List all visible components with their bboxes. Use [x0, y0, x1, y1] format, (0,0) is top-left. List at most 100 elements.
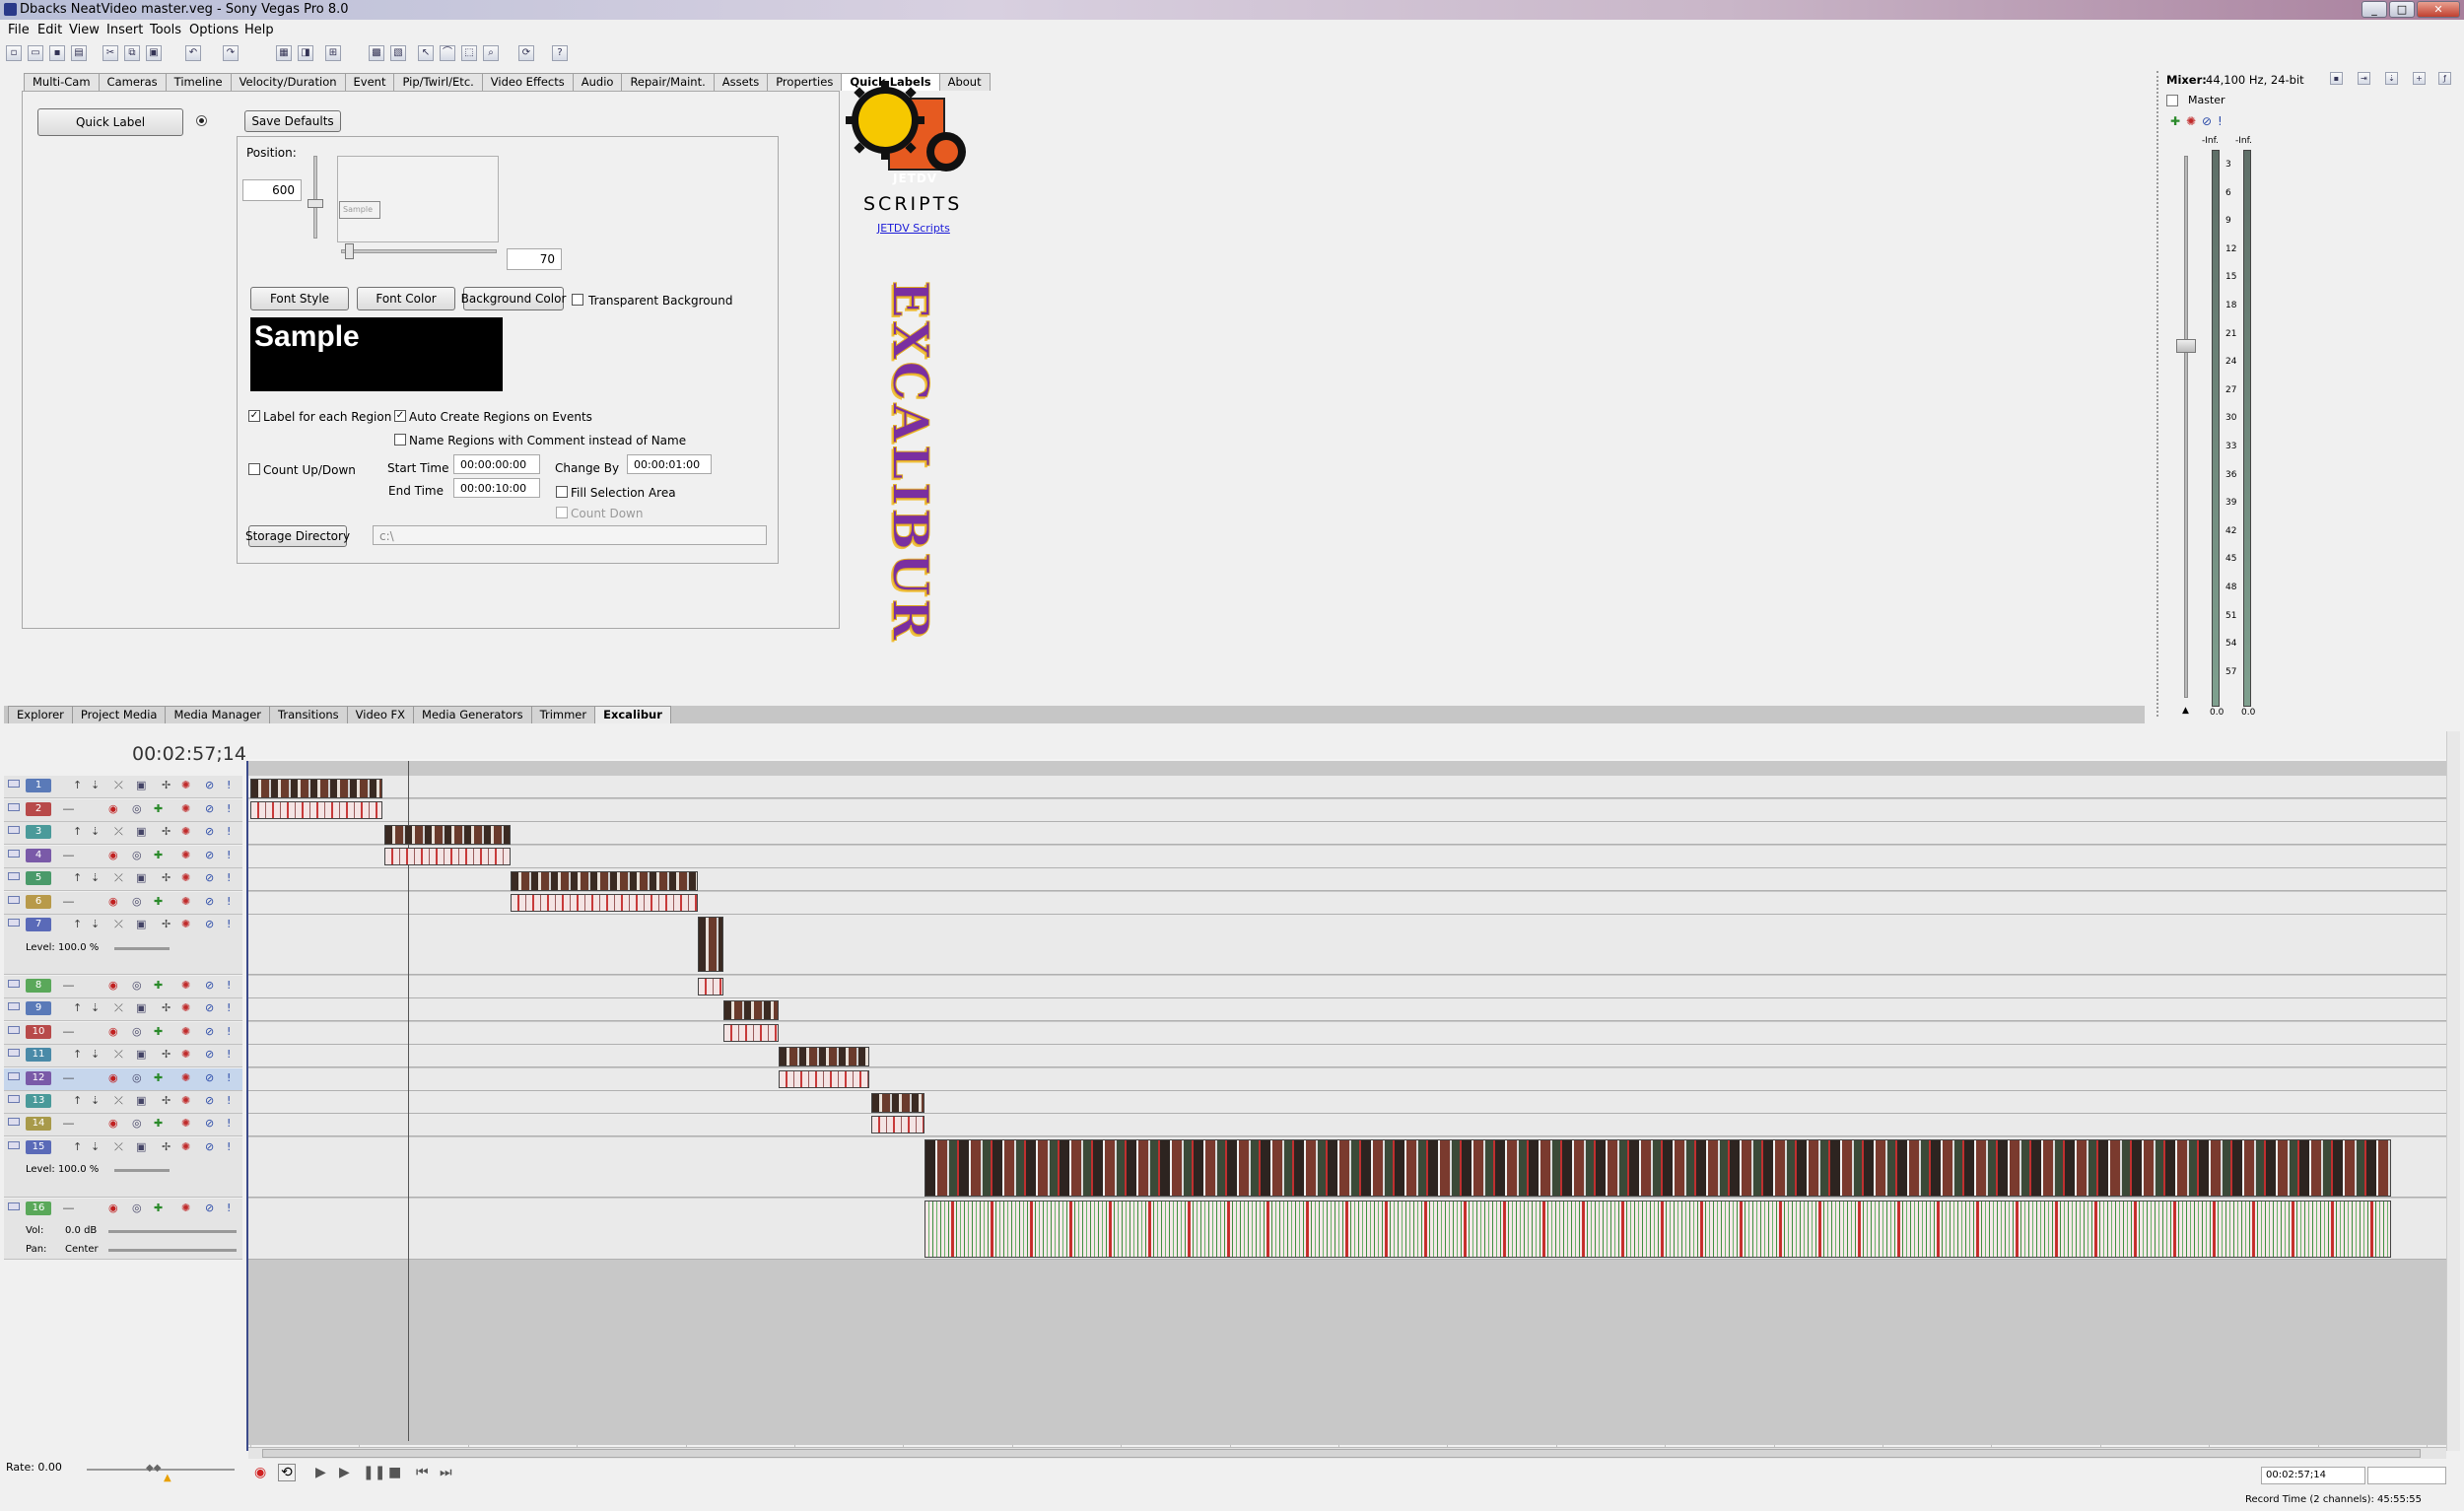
background-color-button[interactable]: Background Color: [461, 287, 566, 310]
track-fx-icon[interactable]: ▣: [136, 1094, 146, 1107]
mute-icon[interactable]: ⊘: [205, 1001, 214, 1014]
mute-icon[interactable]: ⊘: [205, 1094, 214, 1107]
solo-icon[interactable]: !: [227, 871, 231, 884]
tab-properties[interactable]: Properties: [767, 73, 843, 91]
track-lane[interactable]: [248, 1068, 2446, 1091]
mixer-insert-bus-icon[interactable]: +: [2413, 72, 2426, 85]
track-header[interactable]: 14 ― ◉ ◎ ✚ ✺ ⊘!: [4, 1114, 242, 1136]
track-minimize-icon[interactable]: [8, 826, 20, 834]
motion-icon[interactable]: ↑: [73, 1140, 82, 1153]
insert-fx-icon[interactable]: ✚: [154, 979, 163, 992]
record-arm-icon[interactable]: ◉: [108, 979, 118, 992]
pan-crop-icon[interactable]: ⤫: [114, 779, 123, 792]
track-minimize-icon[interactable]: [8, 803, 20, 811]
track-minimize-icon[interactable]: [8, 980, 20, 988]
track-fx-icon[interactable]: ▣: [136, 1048, 146, 1061]
mute-icon[interactable]: ⊘: [205, 825, 214, 838]
selection-length-field[interactable]: [2367, 1467, 2446, 1484]
mute-icon[interactable]: ⊘: [205, 802, 214, 815]
track-header[interactable]: 5 ↑ ⇣ ⤫ ▣ ✢ ✺ ⊘!: [4, 868, 242, 891]
level-slider-15[interactable]: [114, 1169, 170, 1172]
composite-icon[interactable]: ⇣: [91, 918, 100, 930]
label-each-region-checkbox[interactable]: [248, 410, 260, 422]
tab-pip-twirl[interactable]: Pip/Twirl/Etc.: [393, 73, 483, 91]
tab-assets[interactable]: Assets: [713, 73, 769, 91]
zoom-tool-icon[interactable]: ⌕: [483, 45, 499, 61]
solo-icon[interactable]: !: [227, 918, 231, 930]
track-header[interactable]: 2 ― ◉ ◎ ✚ ✺ ⊘!: [4, 799, 242, 822]
arm-icon[interactable]: ―: [63, 1117, 74, 1130]
insert-fx-icon[interactable]: ✚: [154, 1071, 163, 1084]
auto-create-regions-checkbox[interactable]: [394, 410, 406, 422]
ignore-grouping-icon[interactable]: ▧: [390, 45, 406, 61]
pan-crop-icon[interactable]: ⤫: [114, 1001, 123, 1015]
motion-icon[interactable]: ↑: [73, 1094, 82, 1107]
solo-icon[interactable]: !: [227, 802, 231, 815]
fx-icon[interactable]: ✺: [181, 825, 190, 838]
tab-video-fx[interactable]: Video FX: [346, 706, 415, 723]
insert-fx-icon[interactable]: ✚: [154, 895, 163, 908]
clip-track15[interactable]: [924, 1139, 2391, 1197]
expand-icon[interactable]: ✢: [162, 1001, 171, 1014]
start-time-input[interactable]: 00:00:00:00: [453, 454, 540, 474]
transparent-background-checkbox[interactable]: [572, 294, 583, 306]
monitor-icon[interactable]: ◎: [132, 895, 142, 908]
mixer-fx-icon[interactable]: ƒ: [2438, 72, 2451, 85]
record-arm-icon[interactable]: ◉: [108, 849, 118, 861]
solo-icon[interactable]: !: [227, 1001, 231, 1014]
tab-cameras[interactable]: Cameras: [98, 73, 167, 91]
clip-track7[interactable]: [698, 917, 723, 972]
new-icon[interactable]: ▫: [6, 45, 22, 61]
lock-envelope-icon[interactable]: ▩: [369, 45, 384, 61]
track-header[interactable]: 6 ― ◉ ◎ ✚ ✺ ⊘!: [4, 892, 242, 915]
pan-crop-icon[interactable]: ⤫: [114, 1094, 123, 1108]
mute-icon[interactable]: ⊘: [205, 1071, 214, 1084]
fx-icon[interactable]: ✺: [181, 895, 190, 908]
font-color-button[interactable]: Font Color: [357, 287, 455, 310]
horizontal-slider-thumb[interactable]: [345, 243, 354, 259]
mute-icon[interactable]: ⊘: [205, 1048, 214, 1061]
pan-crop-icon[interactable]: ⤫: [114, 1048, 123, 1062]
play-from-start-icon[interactable]: ▶: [315, 1465, 326, 1480]
motion-icon[interactable]: ↑: [73, 871, 82, 884]
insert-fx-icon[interactable]: ✚: [154, 1202, 163, 1214]
vertical-slider-thumb[interactable]: [308, 199, 323, 208]
master-fx-icon[interactable]: ✺: [2186, 114, 2196, 128]
storage-directory-input[interactable]: c:\: [373, 525, 767, 545]
jetdv-scripts-link[interactable]: JETDV Scripts: [877, 222, 950, 235]
clip-track9[interactable]: [723, 1000, 779, 1020]
arm-icon[interactable]: ―: [63, 1071, 74, 1084]
track-lane[interactable]: [248, 822, 2446, 845]
count-up-down-checkbox[interactable]: [248, 463, 260, 475]
track-minimize-icon[interactable]: [8, 896, 20, 904]
fx-icon[interactable]: ✺: [181, 1048, 190, 1061]
menu-edit[interactable]: Edit: [37, 23, 62, 37]
save-icon[interactable]: ▪: [49, 45, 65, 61]
solo-icon[interactable]: !: [227, 825, 231, 838]
menu-file[interactable]: File: [8, 23, 30, 37]
normal-edit-tool-icon[interactable]: ↖: [418, 45, 434, 61]
mute-icon[interactable]: ⊘: [205, 779, 214, 791]
tab-event[interactable]: Event: [344, 73, 395, 91]
track-minimize-icon[interactable]: [8, 1118, 20, 1126]
solo-icon[interactable]: !: [227, 849, 231, 861]
menu-options[interactable]: Options: [189, 23, 239, 37]
track-minimize-icon[interactable]: [8, 1049, 20, 1057]
expand-icon[interactable]: ✢: [162, 1094, 171, 1107]
fx-icon[interactable]: ✺: [181, 918, 190, 930]
monitor-icon[interactable]: ◎: [132, 849, 142, 861]
monitor-icon[interactable]: ◎: [132, 802, 142, 815]
track-fx-icon[interactable]: ▣: [136, 1001, 146, 1014]
tab-multi-cam[interactable]: Multi-Cam: [24, 73, 100, 91]
render-icon[interactable]: ▦: [276, 45, 292, 61]
fill-selection-checkbox[interactable]: [556, 486, 568, 498]
mixer-route-icon[interactable]: ⇥: [2358, 72, 2370, 85]
record-arm-icon[interactable]: ◉: [108, 1117, 118, 1130]
track-lane[interactable]: [248, 776, 2446, 798]
track-minimize-icon[interactable]: [8, 1002, 20, 1010]
arm-icon[interactable]: ―: [63, 802, 74, 815]
track-fx-icon[interactable]: ▣: [136, 825, 146, 838]
position-y-input[interactable]: 600: [242, 179, 302, 201]
open-icon[interactable]: ▭: [28, 45, 43, 61]
cut-icon[interactable]: ✂: [103, 45, 118, 61]
